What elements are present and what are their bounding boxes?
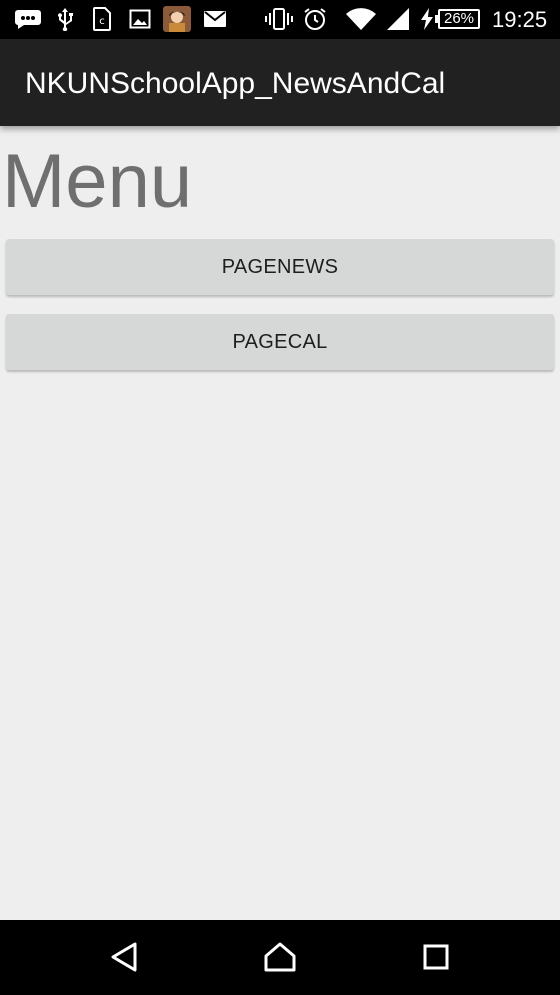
charging-icon (420, 6, 434, 32)
wifi-icon (345, 6, 377, 32)
page-cal-button[interactable]: PAGECAL (6, 314, 554, 370)
signal-icon (385, 6, 411, 32)
image-icon (129, 6, 151, 32)
battery-indicator: 26% (435, 9, 480, 29)
navigation-bar (0, 920, 560, 995)
usb-icon (56, 6, 74, 32)
page-news-button[interactable]: PAGENEWS (6, 239, 554, 295)
app-avatar-icon (163, 6, 191, 32)
recents-button[interactable] (411, 937, 461, 981)
status-clock: 19:25 (492, 7, 548, 32)
status-bar: c 26% 19:25 (0, 0, 560, 39)
mail-icon (203, 6, 227, 32)
back-button[interactable] (99, 937, 149, 981)
vibrate-icon (265, 6, 293, 32)
sim-card-icon: c (93, 6, 111, 32)
svg-text:c: c (99, 16, 105, 27)
back-icon (109, 941, 139, 978)
chat-bubble-icon (14, 6, 42, 32)
home-icon (263, 941, 297, 978)
alarm-icon (303, 6, 327, 32)
app-title: NKUNSchoolApp_NewsAndCal (25, 67, 446, 100)
home-button[interactable] (255, 937, 305, 981)
app-bar: NKUNSchoolApp_NewsAndCal (0, 39, 560, 126)
recents-icon (422, 943, 450, 976)
page-title: Menu (2, 139, 193, 224)
main-content: Menu PAGENEWS PAGECAL (0, 126, 560, 920)
